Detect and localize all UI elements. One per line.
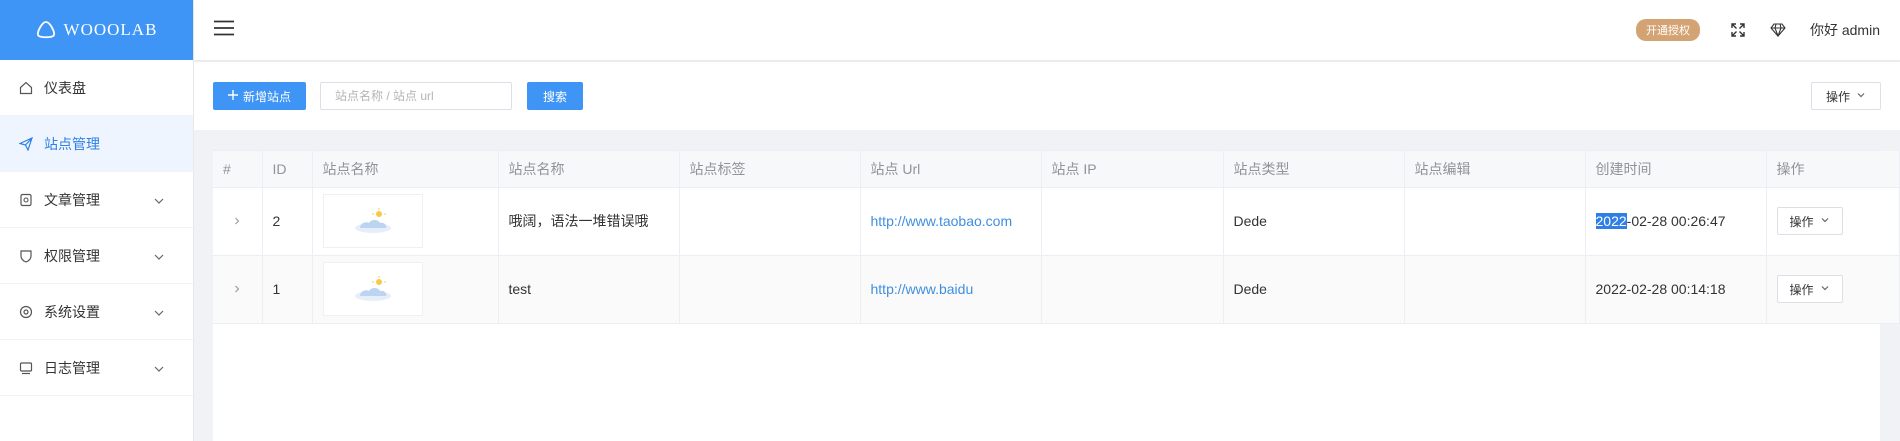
chevron-down-icon (1856, 89, 1866, 103)
home-icon (18, 80, 34, 96)
selected-text: 2022 (1595, 213, 1627, 229)
add-site-button[interactable]: 新增站点 (213, 82, 307, 110)
cell-editor (1404, 187, 1586, 256)
col-header-index: # (213, 151, 263, 188)
cell-thumb (312, 187, 499, 256)
cell-ip (1041, 255, 1224, 324)
table-row: 2 哦阔，语法一堆错误哦 http://www.taobao.com Dede … (213, 187, 1900, 256)
cell-actions: 操作 (1766, 187, 1900, 256)
cell-tag (679, 255, 861, 324)
sidebar: WOOOLAB 仪表盘 站点管理 文章管理 权限管理 系统设置 日志管理 (0, 0, 194, 441)
col-header-url: 站点 Url (860, 151, 1042, 188)
sidebar-item-label: 系统设置 (44, 303, 100, 320)
sidebar-item-logs[interactable]: 日志管理 (0, 340, 193, 396)
menu-toggle-icon[interactable] (214, 20, 236, 41)
created-text: -02-28 00:26:47 (1626, 213, 1726, 229)
logo-text: WOOOLAB (63, 20, 158, 39)
sites-table-wrap: # ID 站点名称 站点名称 站点标签 站点 Url 站点 IP 站点类型 站点… (213, 150, 1900, 441)
cell-tag (679, 187, 861, 256)
sidebar-item-permissions[interactable]: 权限管理 (0, 228, 193, 284)
chevron-down-icon (153, 250, 165, 266)
row-ops-label: 操作 (1789, 282, 1814, 297)
gear-icon (18, 304, 34, 320)
created-text: 2022-02-28 00:14:18 (1595, 281, 1726, 297)
sidebar-item-label: 仪表盘 (44, 79, 86, 96)
col-header-created: 创建时间 (1585, 151, 1767, 188)
batch-ops-dropdown[interactable]: 操作 (1810, 82, 1881, 110)
row-ops-label: 操作 (1789, 214, 1814, 229)
shield-icon (18, 248, 34, 264)
cell-id: 2 (262, 187, 313, 256)
plus-icon (228, 89, 238, 103)
cell-type: Dede (1223, 187, 1405, 256)
search-input[interactable] (320, 82, 513, 110)
sidebar-item-label: 文章管理 (44, 191, 100, 208)
sidebar-item-label: 日志管理 (44, 359, 100, 376)
col-header-name: 站点名称 (498, 151, 680, 188)
cell-url: http://www.taobao.com (860, 187, 1042, 256)
site-thumbnail[interactable] (322, 262, 423, 316)
license-badge[interactable]: 开通授权 (1635, 19, 1700, 41)
batch-ops-label: 操作 (1825, 89, 1850, 104)
weather-illustration-icon (354, 276, 391, 301)
sidebar-item-label: 站点管理 (44, 135, 100, 152)
col-header-thumb: 站点名称 (312, 151, 499, 188)
cell-type: Dede (1223, 255, 1405, 324)
cell-id: 1 (262, 255, 313, 324)
sidebar-item-label: 权限管理 (44, 247, 100, 264)
send-icon (18, 136, 34, 152)
col-header-id: ID (262, 151, 313, 188)
main-area: 开通授权 你好 admin 新增站点 搜索 操作 (194, 0, 1900, 441)
app-root: WOOOLAB 仪表盘 站点管理 文章管理 权限管理 系统设置 日志管理 开通授… (0, 0, 1900, 441)
add-site-label: 新增站点 (243, 89, 292, 104)
col-header-ip: 站点 IP (1041, 151, 1224, 188)
chevron-down-icon (153, 194, 165, 210)
log-icon (18, 360, 34, 376)
chevron-down-icon (1820, 282, 1830, 296)
cell-url: http://www.baidu (860, 255, 1042, 324)
chevron-down-icon (153, 362, 165, 378)
sidebar-item-sites[interactable]: 站点管理 (0, 116, 193, 172)
site-url-link[interactable]: http://www.baidu (871, 281, 974, 297)
site-thumbnail[interactable] (322, 194, 423, 248)
chevron-down-icon (153, 306, 165, 322)
search-button[interactable]: 搜索 (527, 82, 584, 110)
expand-row-icon[interactable] (213, 255, 263, 324)
top-header: 开通授权 你好 admin (194, 0, 1900, 60)
col-header-type: 站点类型 (1223, 151, 1405, 188)
site-url-link[interactable]: http://www.taobao.com (871, 213, 1013, 229)
sidebar-item-dashboard[interactable]: 仪表盘 (0, 60, 193, 116)
row-ops-dropdown[interactable]: 操作 (1776, 207, 1843, 235)
cell-name: 哦阔，语法一堆错误哦 (498, 187, 680, 256)
cell-created: 2022-02-28 00:26:47 (1585, 187, 1767, 256)
col-header-actions: 操作 (1766, 151, 1900, 188)
cell-created: 2022-02-28 00:14:18 (1585, 255, 1767, 324)
logo-icon (36, 21, 56, 39)
diamond-icon[interactable] (1770, 22, 1786, 38)
col-header-tag: 站点标签 (679, 151, 861, 188)
cell-ip (1041, 187, 1224, 256)
chevron-down-icon (1820, 214, 1830, 228)
toolbar: 新增站点 搜索 操作 (194, 62, 1900, 130)
sidebar-item-settings[interactable]: 系统设置 (0, 284, 193, 340)
table-header-row: # ID 站点名称 站点名称 站点标签 站点 Url 站点 IP 站点类型 站点… (213, 151, 1900, 188)
col-header-editor: 站点编辑 (1404, 151, 1586, 188)
cell-editor (1404, 255, 1586, 324)
logo[interactable]: WOOOLAB (0, 0, 193, 60)
content-area: # ID 站点名称 站点名称 站点标签 站点 Url 站点 IP 站点类型 站点… (194, 130, 1900, 441)
table-row: 1 test http://www.baidu Dede 2022-02-28 … (213, 255, 1900, 324)
article-icon (18, 192, 34, 208)
cell-actions: 操作 (1766, 255, 1900, 324)
fullscreen-icon[interactable] (1730, 22, 1746, 38)
row-ops-dropdown[interactable]: 操作 (1776, 275, 1843, 303)
expand-row-icon[interactable] (213, 187, 263, 256)
user-menu[interactable]: 你好 admin (1810, 20, 1880, 40)
weather-illustration-icon (354, 208, 391, 233)
cell-name: test (498, 255, 680, 324)
header-right: 开通授权 你好 admin (1635, 19, 1880, 41)
cell-thumb (312, 255, 499, 324)
sidebar-item-articles[interactable]: 文章管理 (0, 172, 193, 228)
sites-table: # ID 站点名称 站点名称 站点标签 站点 Url 站点 IP 站点类型 站点… (213, 151, 1900, 324)
